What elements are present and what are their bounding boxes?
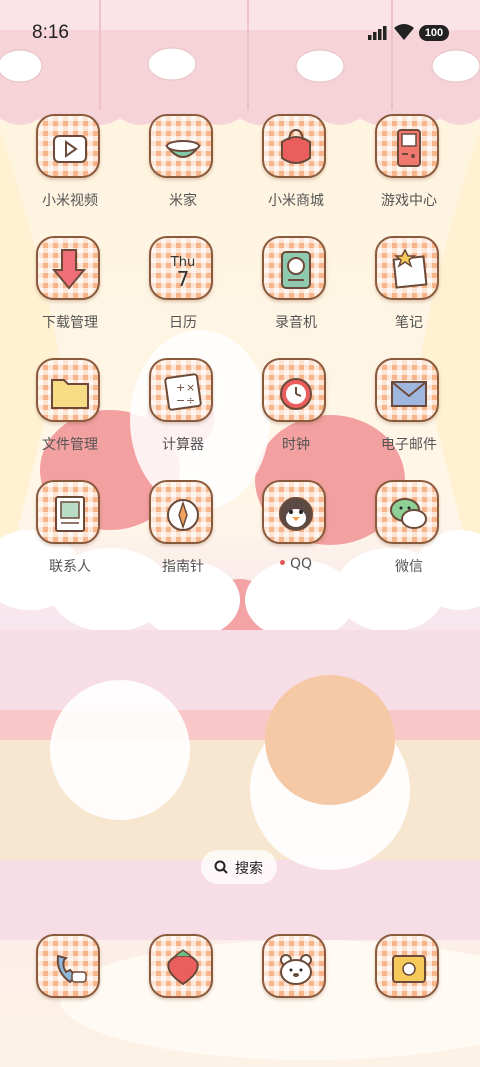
app-clock[interactable]: 时钟 xyxy=(246,358,346,470)
wifi-icon xyxy=(394,24,414,40)
app-calculator[interactable]: + × − ÷ 计算器 xyxy=(133,358,233,470)
app-label: 录音机 xyxy=(275,315,317,331)
app-label: 游戏中心 xyxy=(381,193,437,209)
app-label: 笔记 xyxy=(395,315,423,331)
envelope-icon xyxy=(375,358,439,422)
app-label: 文件管理 xyxy=(42,437,98,453)
app-email[interactable]: 电子邮件 xyxy=(359,358,459,470)
status-bar: 8:16 100 xyxy=(0,0,480,64)
svg-text:+: + xyxy=(176,381,185,394)
svg-text:÷: ÷ xyxy=(186,394,195,407)
app-label: QQ xyxy=(246,556,346,572)
svg-text:−: − xyxy=(176,394,185,407)
folder-icon xyxy=(36,358,100,422)
calendar-date: 7 xyxy=(177,267,190,291)
contact-card-icon xyxy=(36,480,100,544)
search-label: 搜索 xyxy=(235,861,263,877)
app-label: 电子邮件 xyxy=(381,437,437,453)
bowl-icon xyxy=(149,114,213,178)
app-label: 微信 xyxy=(395,559,423,575)
status-time: 8:16 xyxy=(32,22,69,43)
app-mi-video[interactable]: 小米视频 xyxy=(20,114,120,226)
app-notes[interactable]: 笔记 xyxy=(359,236,459,348)
strawberry-browser-icon xyxy=(149,934,213,998)
app-label: 日历 xyxy=(169,315,197,331)
app-file-manager[interactable]: 文件管理 xyxy=(20,358,120,470)
app-calendar[interactable]: Thu 7 日历 xyxy=(133,236,233,348)
game-console-icon xyxy=(375,114,439,178)
svg-text:×: × xyxy=(186,381,195,394)
app-label: 米家 xyxy=(169,193,197,209)
app-qq[interactable]: QQ xyxy=(246,480,346,592)
cellular-signal-icon xyxy=(368,26,387,40)
download-arrow-icon xyxy=(36,236,100,300)
chat-bubbles-icon xyxy=(375,480,439,544)
dock-wallet[interactable] xyxy=(359,934,459,1004)
app-label: 时钟 xyxy=(282,437,310,453)
search-button[interactable]: 搜索 xyxy=(201,850,277,884)
clock-icon xyxy=(262,358,326,422)
app-label: 联系人 xyxy=(49,559,91,575)
app-wechat[interactable]: 微信 xyxy=(359,480,459,592)
app-label-text: QQ xyxy=(289,556,313,572)
app-mijia[interactable]: 米家 xyxy=(133,114,233,226)
app-contacts[interactable]: 联系人 xyxy=(20,480,120,592)
shopping-bag-icon xyxy=(262,114,326,178)
calculator-icon: + × − ÷ xyxy=(149,358,213,422)
app-label: 计算器 xyxy=(162,437,204,453)
app-recorder[interactable]: 录音机 xyxy=(246,236,346,348)
app-label: 小米商城 xyxy=(268,193,324,209)
wallet-icon xyxy=(375,934,439,998)
app-label: 下载管理 xyxy=(42,315,98,331)
bear-face-icon xyxy=(262,934,326,998)
app-compass[interactable]: 指南针 xyxy=(133,480,233,592)
dock-browser[interactable] xyxy=(133,934,233,1004)
app-mi-store[interactable]: 小米商城 xyxy=(246,114,346,226)
dock-camera[interactable] xyxy=(246,934,346,1004)
phone-icon xyxy=(36,934,100,998)
notification-dot xyxy=(279,559,285,565)
video-player-icon xyxy=(36,114,100,178)
compass-icon xyxy=(149,480,213,544)
calendar-icon: Thu 7 xyxy=(149,236,213,300)
app-game-center[interactable]: 游戏中心 xyxy=(359,114,459,226)
battery-indicator: 100 xyxy=(419,25,449,41)
app-label: 指南针 xyxy=(162,559,204,575)
app-downloads[interactable]: 下载管理 xyxy=(20,236,120,348)
recorder-icon xyxy=(262,236,326,300)
search-icon xyxy=(214,860,228,874)
notes-icon xyxy=(375,236,439,300)
app-label: 小米视频 xyxy=(42,193,98,209)
penguin-icon xyxy=(262,480,326,544)
dock-phone[interactable] xyxy=(20,934,120,1004)
